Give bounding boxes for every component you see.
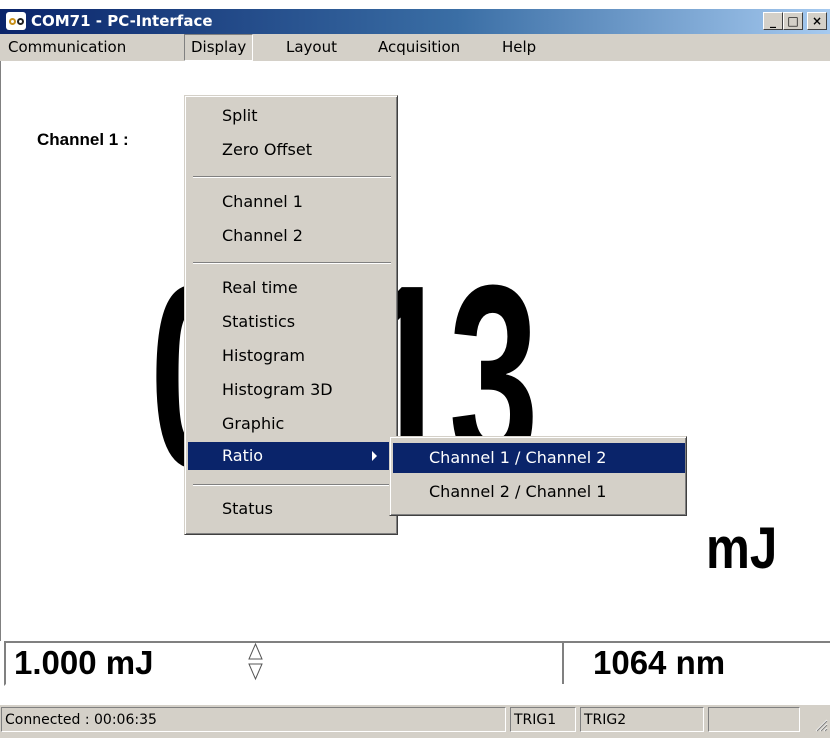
menu-acquisition[interactable]: Acquisition — [372, 34, 466, 61]
measurement-unit: mJ — [706, 516, 778, 581]
menu-item-status[interactable]: Status — [188, 495, 396, 523]
menu-item-histogram-3d[interactable]: Histogram 3D — [188, 376, 396, 404]
menu-item-channel-2[interactable]: Channel 2 — [188, 222, 396, 250]
wavelength-value: 1064 nm — [593, 644, 726, 681]
menu-item-graphic[interactable]: Graphic — [188, 410, 396, 438]
range-value: 1.000 mJ — [14, 644, 154, 681]
menu-communication[interactable]: Communication — [2, 34, 132, 61]
submenu-arrow-icon — [372, 451, 377, 461]
menu-layout[interactable]: Layout — [280, 34, 343, 61]
menu-item-channel-1[interactable]: Channel 1 — [188, 188, 396, 216]
menu-item-statistics[interactable]: Statistics — [188, 308, 396, 336]
trig2-indicator: TRIG2 — [580, 707, 704, 732]
display-menu: Split Zero Offset Channel 1 Channel 2 Re… — [184, 95, 398, 535]
maximize-button[interactable]: □ — [783, 12, 803, 30]
range-stepper[interactable] — [248, 642, 263, 682]
menu-help[interactable]: Help — [496, 34, 542, 61]
readout-divider — [562, 643, 564, 684]
channel-label: Channel 1 : — [37, 130, 129, 149]
menu-separator — [193, 484, 391, 486]
menu-item-ratio-label: Ratio — [222, 446, 264, 465]
menu-item-zero-offset[interactable]: Zero Offset — [188, 136, 396, 164]
status-bar: Connected : 00:06:35 TRIG1 TRIG2 — [0, 705, 830, 738]
menu-item-real-time[interactable]: Real time — [188, 274, 396, 302]
connection-status: Connected : 00:06:35 — [1, 707, 506, 732]
submenu-item-ch2-over-ch1[interactable]: Channel 2 / Channel 1 — [393, 477, 685, 507]
resize-grip-icon[interactable] — [814, 718, 828, 732]
ratio-submenu: Channel 1 / Channel 2 Channel 2 / Channe… — [389, 436, 687, 516]
menu-item-histogram[interactable]: Histogram — [188, 342, 396, 370]
title-bar[interactable]: COM71 - PC-Interface _ □ × — [0, 9, 830, 34]
menu-separator — [193, 176, 391, 178]
menu-item-ratio[interactable]: Ratio — [188, 442, 396, 470]
menu-display[interactable]: Display — [184, 34, 254, 61]
status-extra-pane — [708, 707, 800, 732]
menu-separator — [193, 262, 391, 264]
menu-bar: Communication Display Layout Acquisition… — [0, 34, 830, 61]
minimize-button[interactable]: _ — [763, 12, 783, 30]
stepper-arrows-icon[interactable] — [248, 642, 263, 682]
trig1-indicator: TRIG1 — [510, 707, 576, 732]
window-title: COM71 - PC-Interface — [31, 12, 213, 30]
submenu-item-ch1-over-ch2[interactable]: Channel 1 / Channel 2 — [393, 443, 685, 473]
app-icon[interactable] — [6, 12, 26, 30]
menu-item-split[interactable]: Split — [188, 102, 396, 130]
close-button[interactable]: × — [807, 12, 827, 30]
